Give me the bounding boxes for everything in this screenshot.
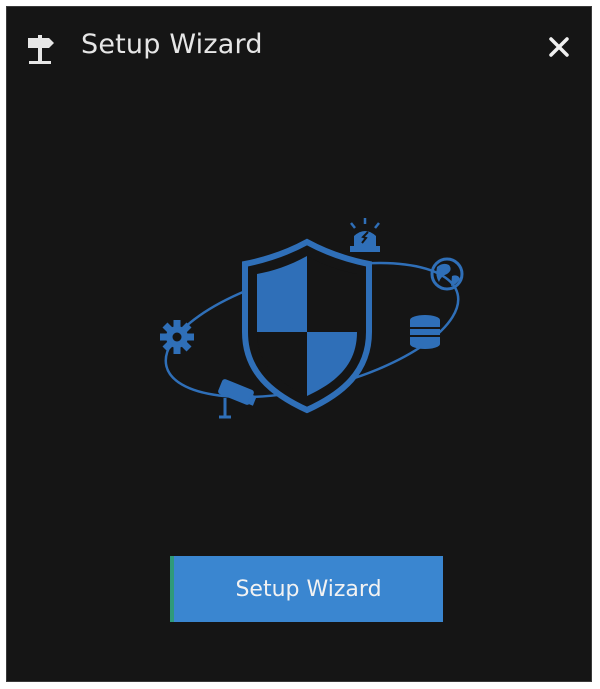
- database-icon: [410, 315, 440, 349]
- camera-icon: [218, 379, 257, 419]
- signpost-icon: [28, 35, 54, 64]
- globe-icon: [430, 257, 464, 291]
- shield-icon: [242, 238, 372, 414]
- dialog-title: Setup Wizard: [81, 29, 263, 60]
- alarm-light-icon: [350, 218, 380, 252]
- close-icon[interactable]: [545, 33, 573, 61]
- setup-wizard-dialog: Setup Wizard Setup Wizard: [6, 6, 592, 682]
- gear-icon: [160, 320, 194, 354]
- security-illustration: [160, 218, 464, 419]
- setup-wizard-button[interactable]: Setup Wizard: [170, 556, 443, 622]
- title-bar: Setup Wizard: [7, 7, 591, 85]
